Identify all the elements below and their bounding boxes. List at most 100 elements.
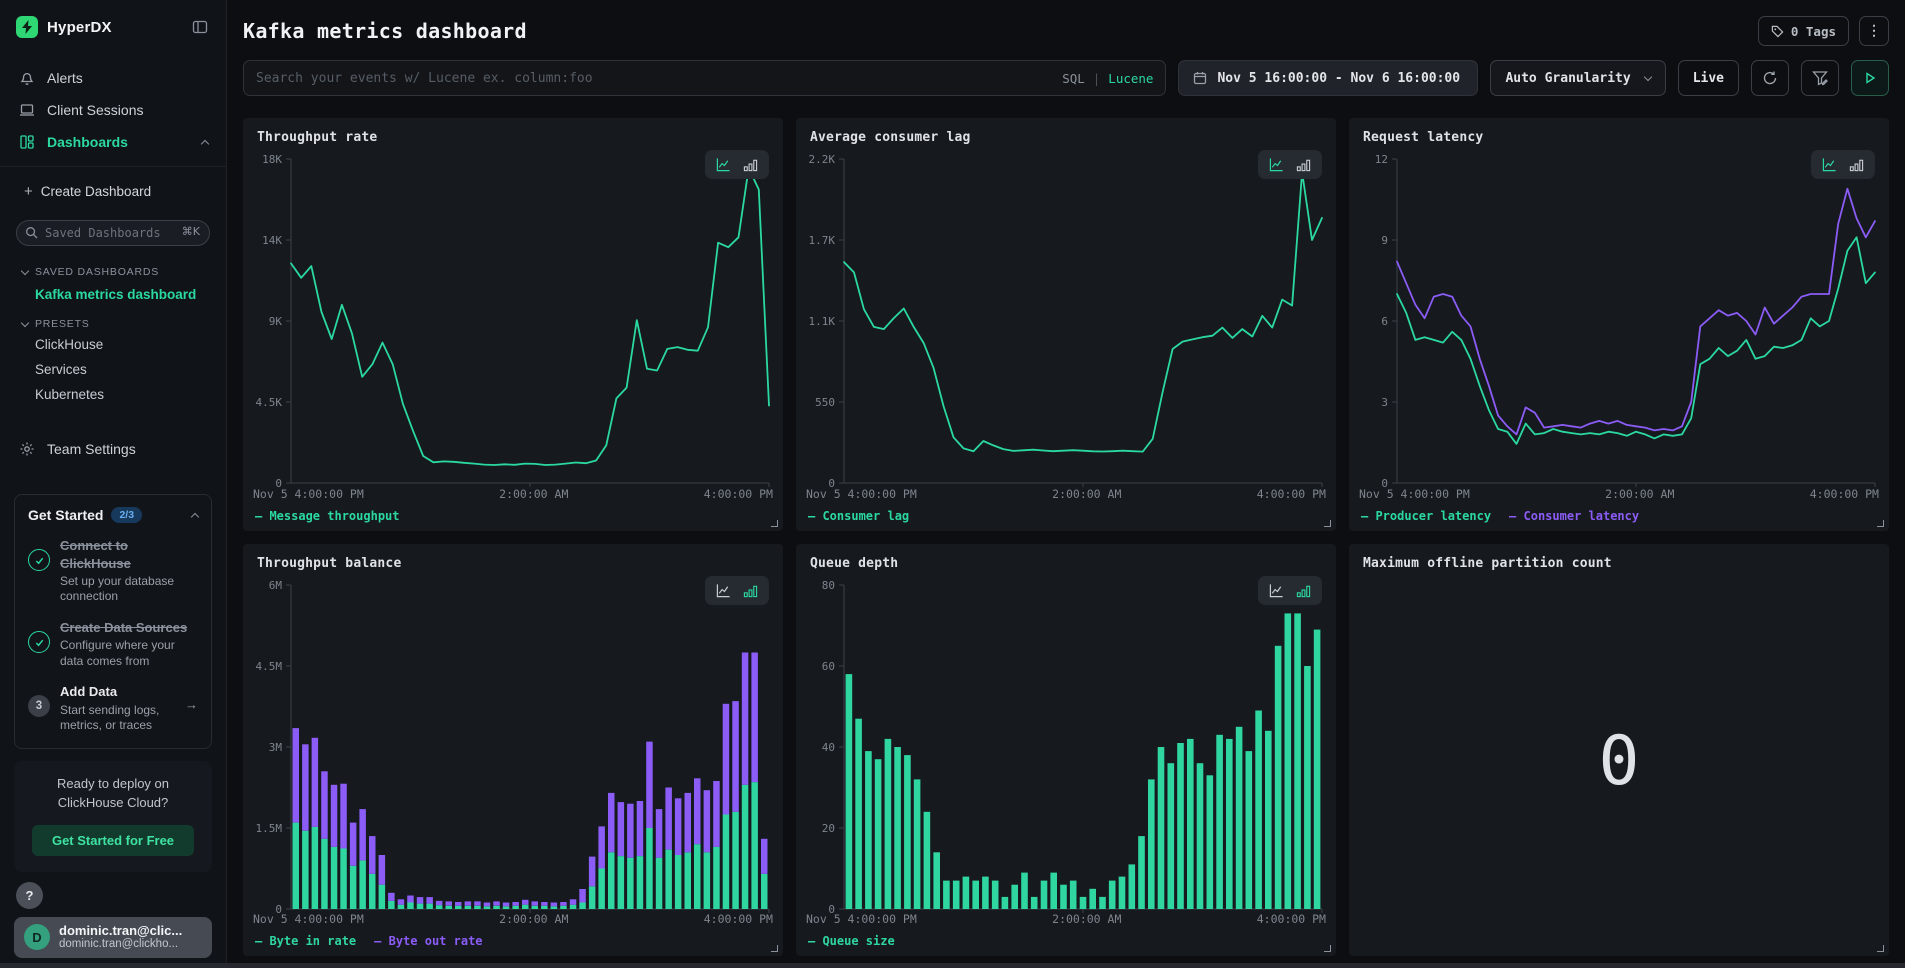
legend-item[interactable]: — Message throughput <box>255 509 400 523</box>
panel-title: Maximum offline partition count <box>1363 556 1612 571</box>
bar <box>455 905 462 908</box>
bar <box>1129 864 1136 909</box>
x-tick-label: 4:00:00 PM <box>1810 487 1879 501</box>
panel-resize-handle[interactable] <box>771 520 778 527</box>
get-started-step-2[interactable]: Create Data Sources Configure where your… <box>28 619 198 669</box>
get-started-header[interactable]: Get Started 2/3 <box>28 507 198 523</box>
bar <box>904 755 911 909</box>
bar <box>446 901 453 905</box>
bar <box>608 852 615 909</box>
bar-chart-toggle-button[interactable] <box>1849 157 1864 172</box>
line-chart-toggle-button[interactable] <box>1822 157 1837 172</box>
filter-button[interactable] <box>1801 60 1839 96</box>
bar <box>1255 710 1262 909</box>
bar <box>1265 730 1272 908</box>
sidebar-item-client-sessions[interactable]: Client Sessions <box>14 96 212 124</box>
bar <box>885 738 892 908</box>
panel-resize-handle[interactable] <box>1877 520 1884 527</box>
y-tick-label: 0 <box>1381 477 1388 487</box>
panel-resize-handle[interactable] <box>1877 945 1884 952</box>
legend-item[interactable]: — Queue size <box>808 934 895 948</box>
sidebar-item-label: Client Sessions <box>47 102 144 118</box>
sidebar-item-dashboards[interactable]: Dashboards <box>14 128 212 156</box>
bar-chart-toggle-button[interactable] <box>1296 157 1311 172</box>
chart-legend: — Byte in rate — Byte out rate <box>243 926 783 950</box>
get-started-free-button[interactable]: Get Started for Free <box>32 825 194 856</box>
section-saved-dashboards[interactable]: SAVED DASHBOARDS <box>22 266 210 278</box>
horizontal-scrollbar[interactable] <box>0 963 1905 968</box>
legend-item[interactable]: — Consumer latency <box>1509 509 1639 523</box>
granularity-dropdown[interactable]: Auto Granularity <box>1490 60 1665 96</box>
line-chart-toggle-button[interactable] <box>1269 157 1284 172</box>
chart-canvas: 036912 <box>1351 149 1887 487</box>
y-tick-label: 20 <box>822 822 835 835</box>
bar-chart-toggle-button[interactable] <box>743 583 758 598</box>
bar <box>694 844 701 909</box>
legend-item[interactable]: — Producer latency <box>1361 509 1491 523</box>
bar <box>742 652 749 784</box>
sidebar-item-clickhouse[interactable]: ClickHouse <box>14 332 212 357</box>
help-button[interactable]: ? <box>16 882 43 909</box>
sql-toggle[interactable]: SQL <box>1062 71 1085 86</box>
line-chart-toggle-button[interactable] <box>716 157 731 172</box>
refresh-icon <box>1762 70 1778 86</box>
bar <box>589 886 596 909</box>
date-range-picker[interactable]: Nov 5 16:00:00 - Nov 6 16:00:00 <box>1178 60 1478 96</box>
play-icon <box>1864 72 1876 84</box>
legend-item[interactable]: — Consumer lag <box>808 509 909 523</box>
bar-chart-toggle-button[interactable] <box>743 157 758 172</box>
get-started-title: Get Started <box>28 507 103 523</box>
line-chart-toggle-button[interactable] <box>1269 583 1284 598</box>
bar <box>388 900 395 908</box>
bar-chart-toggle-button[interactable] <box>1296 583 1311 598</box>
panel-resize-handle[interactable] <box>1324 945 1331 952</box>
legend-item[interactable]: — Byte out rate <box>374 934 482 948</box>
sidebar-item-kafka-dashboard[interactable]: Kafka metrics dashboard <box>14 278 212 304</box>
panel-title: Throughput balance <box>257 556 401 571</box>
logo-text: HyperDX <box>47 19 181 36</box>
bar <box>484 902 491 906</box>
section-presets[interactable]: PRESETS <box>22 318 210 330</box>
panel-title: Average consumer lag <box>810 130 971 145</box>
event-search-input[interactable] <box>256 71 1062 86</box>
dashboard-menu-button[interactable]: ⋮ <box>1859 16 1889 46</box>
live-button[interactable]: Live <box>1678 60 1739 96</box>
refresh-button[interactable] <box>1751 60 1789 96</box>
bar <box>846 674 853 909</box>
y-tick-label: 0 <box>275 477 282 487</box>
x-tick-label: Nov 5 4:00:00 PM <box>253 912 364 926</box>
toolbar: SQL | Lucene Nov 5 16:00:00 - Nov 6 16:0… <box>227 46 1905 96</box>
y-tick-label: 60 <box>822 660 835 673</box>
y-tick-label: 6 <box>1381 315 1388 328</box>
get-started-step-1[interactable]: Connect to ClickHouse Set up your databa… <box>28 537 198 605</box>
sidebar-item-services[interactable]: Services <box>14 357 212 382</box>
sidebar-item-team-settings[interactable]: Team Settings <box>14 435 212 463</box>
sidebar-collapse-button[interactable] <box>190 17 210 37</box>
get-started-step-3[interactable]: 3 Add Data Start sending logs, metrics, … <box>28 683 198 733</box>
line-series <box>844 172 1322 451</box>
legend-item[interactable]: — Byte in rate <box>255 934 356 948</box>
panel-resize-handle[interactable] <box>771 945 778 952</box>
create-dashboard-button[interactable]: + Create Dashboard <box>14 179 212 204</box>
lucene-toggle[interactable]: Lucene <box>1108 71 1153 86</box>
tags-button[interactable]: 0 Tags <box>1758 16 1849 46</box>
run-query-button[interactable] <box>1851 60 1889 96</box>
bar <box>761 838 768 873</box>
bar <box>465 901 472 905</box>
chevron-up-icon[interactable] <box>202 134 208 150</box>
bar <box>359 860 366 909</box>
bar <box>1050 872 1057 908</box>
sidebar-divider <box>0 166 226 167</box>
panel-resize-handle[interactable] <box>1324 520 1331 527</box>
sidebar-item-kubernetes[interactable]: Kubernetes <box>14 382 212 407</box>
sidebar-item-label: Dashboards <box>47 134 128 150</box>
bar <box>551 902 558 906</box>
bar <box>656 857 663 908</box>
user-menu[interactable]: D dominic.tran@clic... dominic.tran@clic… <box>14 917 212 958</box>
y-tick-label: 4.5K <box>256 396 283 409</box>
x-tick-label: Nov 5 4:00:00 PM <box>806 487 917 501</box>
line-chart-toggle-button[interactable] <box>716 583 731 598</box>
sidebar-item-alerts[interactable]: Alerts <box>14 64 212 92</box>
main-content: Kafka metrics dashboard 0 Tags ⋮ SQL | L… <box>227 0 1905 968</box>
bar <box>474 901 481 905</box>
